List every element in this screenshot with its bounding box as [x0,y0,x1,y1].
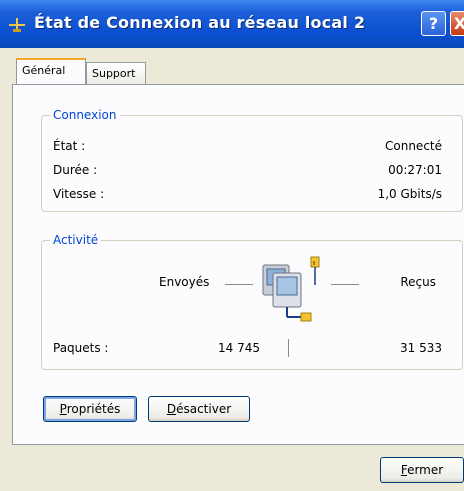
connexion-group-title: Connexion [50,108,120,122]
network-connection-icon [9,18,25,32]
received-activity-line [331,284,359,285]
tab-panel-general: Connexion État : Connecté Durée : 00:27:… [12,84,464,445]
properties-button[interactable]: Propriétés [43,396,137,422]
duration-label: Durée : [53,163,98,177]
sent-label: Envoyés [159,275,210,289]
packets-label: Paquets : [53,341,109,355]
properties-accel: P [59,402,67,416]
duration-value: 00:27:01 [388,163,442,177]
network-computers-icon [262,256,320,322]
activite-group-title: Activité [50,233,102,247]
window-title: État de Connexion au réseau local 2 [34,13,366,32]
packets-sent-value: 14 745 [218,341,260,355]
speed-value: 1,0 Gbits/s [377,187,442,201]
sent-activity-line [225,284,253,285]
close-label-rest: ermer [407,463,444,477]
packets-received-value: 31 533 [400,341,442,355]
tab-support-label: Support [92,67,136,80]
status-value: Connecté [385,139,442,153]
tab-support[interactable]: Support [86,62,146,84]
status-label: État : [53,139,86,153]
disable-label-rest: ésactiver [176,402,232,416]
title-bar: État de Connexion au réseau local 2 ? X [0,0,464,48]
properties-label-rest: ropriétés [66,402,121,416]
close-button[interactable]: Fermer [380,457,464,483]
close-window-button[interactable]: X [450,11,464,36]
help-button[interactable]: ? [421,11,446,36]
received-label: Reçus [400,275,436,289]
disable-accel: D [166,402,177,416]
disable-button[interactable]: Désactiver [148,396,250,422]
tab-general[interactable]: Général [16,58,86,84]
speed-label: Vitesse : [53,187,105,201]
packets-divider [288,339,289,357]
tab-general-label: Général [22,64,66,77]
